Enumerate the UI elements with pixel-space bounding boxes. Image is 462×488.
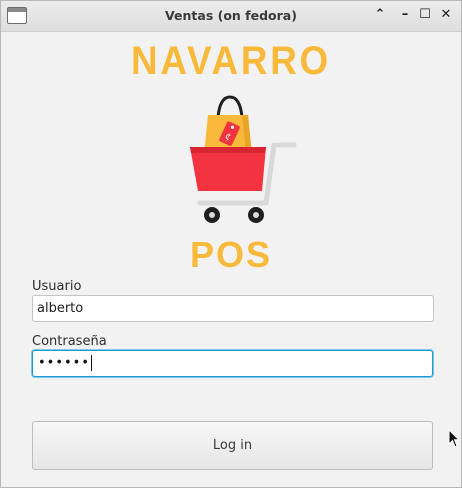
close-button[interactable]: ✕ xyxy=(438,7,454,23)
login-window: Ventas (on fedora) ⌃ – ☐ ✕ NAVARRO ¢ POS… xyxy=(0,0,462,488)
password-input[interactable]: •••••• xyxy=(32,350,433,377)
maximize-button[interactable]: ☐ xyxy=(417,7,433,23)
text-cursor xyxy=(91,355,93,371)
mouse-pointer-icon xyxy=(448,429,460,448)
login-button[interactable]: Log in xyxy=(32,421,433,470)
username-label: Usuario xyxy=(32,279,82,294)
password-label: Contraseña xyxy=(32,334,107,349)
window-title: Ventas (on fedora) xyxy=(165,8,297,23)
username-input[interactable] xyxy=(32,295,434,322)
shopping-cart-logo-icon: ¢ xyxy=(190,95,297,223)
title-bar[interactable]: Ventas (on fedora) ⌃ – ☐ ✕ xyxy=(1,1,461,32)
brand-name-top: NAVARRO xyxy=(131,39,331,83)
brand-name-bottom: POS xyxy=(189,234,273,275)
chevron-up-icon[interactable]: ⌃ xyxy=(372,7,388,23)
minimize-button[interactable]: – xyxy=(397,7,413,23)
password-mask: •••••• xyxy=(38,355,91,371)
cart-basket-top xyxy=(190,147,266,153)
cart-basket xyxy=(190,147,266,191)
bag-handle xyxy=(216,95,244,118)
